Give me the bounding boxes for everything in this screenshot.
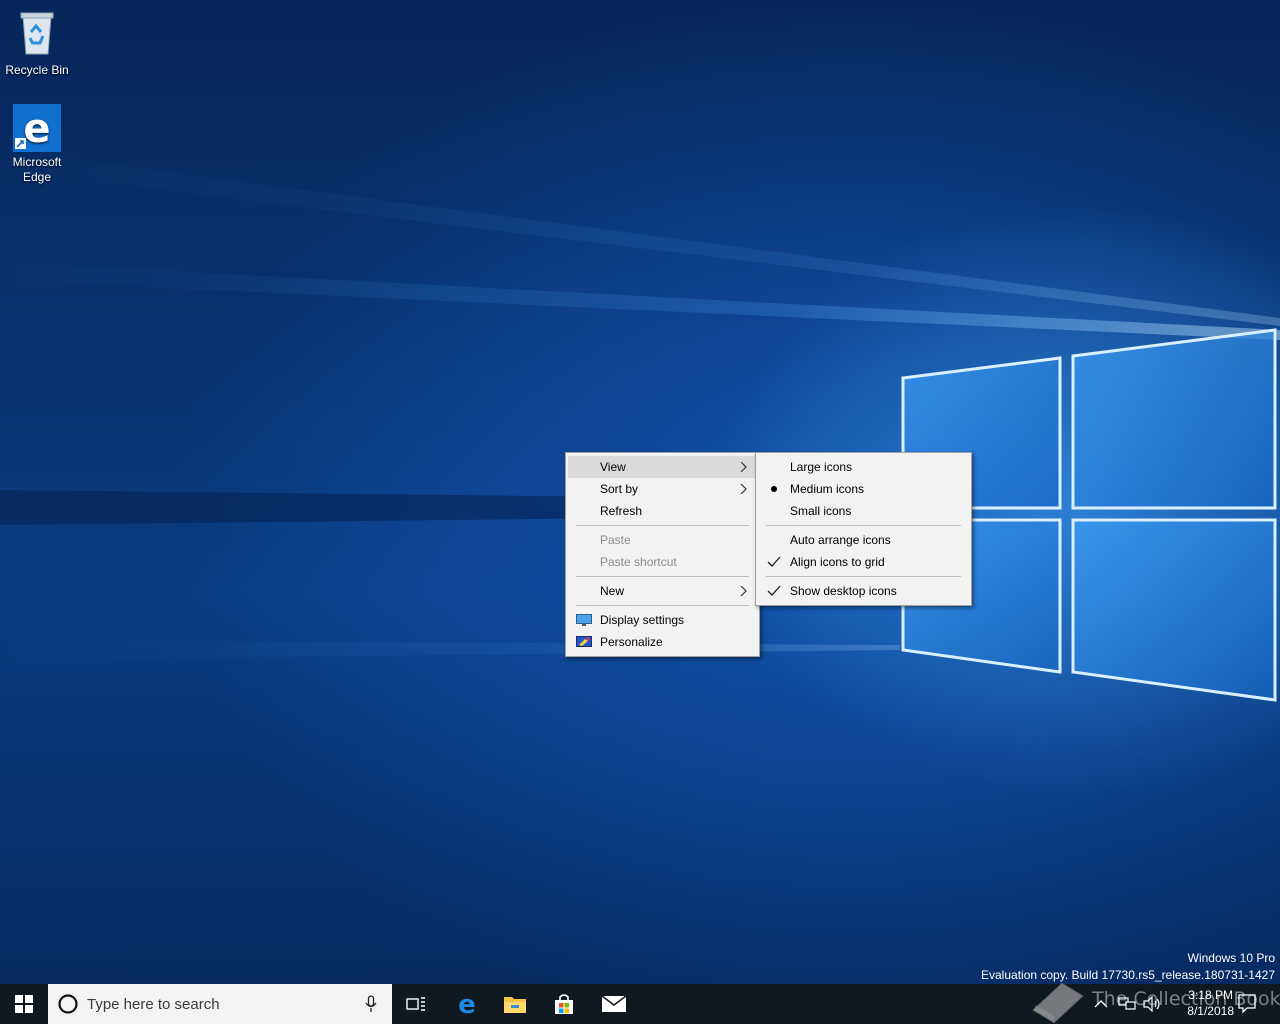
evaluation-watermark: Windows 10 Pro Evaluation copy. Build 17… bbox=[981, 950, 1275, 984]
menu-item-label: Align icons to grid bbox=[790, 555, 885, 569]
submenu-item-large-icons[interactable]: Large icons bbox=[758, 456, 969, 478]
menu-separator bbox=[766, 525, 961, 526]
personalize-icon bbox=[576, 634, 592, 650]
checkmark-icon bbox=[766, 583, 782, 599]
menu-item-view[interactable]: View bbox=[568, 456, 757, 478]
desktop-icon-microsoft-edge[interactable]: e Microsoft Edge bbox=[0, 104, 74, 185]
menu-separator bbox=[576, 525, 749, 526]
menu-item-label: Large icons bbox=[790, 460, 853, 474]
clock-time: 3:18 PM bbox=[1188, 988, 1233, 1002]
watermark-build: Evaluation copy. Build 17730.rs5_release… bbox=[981, 968, 1275, 982]
menu-item-label: Medium icons bbox=[790, 482, 865, 496]
radio-bullet-icon bbox=[766, 481, 782, 497]
taskbar-file-explorer-button[interactable] bbox=[491, 984, 539, 1024]
task-view-icon bbox=[406, 997, 425, 1011]
clock-date: 8/1/2018 bbox=[1187, 1004, 1234, 1018]
menu-item-label: Refresh bbox=[600, 504, 643, 518]
edge-icon: e bbox=[13, 104, 61, 152]
checkmark-icon bbox=[766, 554, 782, 570]
taskbar: Type here to search e 3:18 PM 8/1/2018 bbox=[0, 984, 1280, 1024]
view-submenu: Large icons Medium icons Small icons Aut… bbox=[755, 452, 972, 606]
task-view-button[interactable] bbox=[392, 984, 440, 1024]
desktop-icon-recycle-bin[interactable]: Recycle Bin bbox=[0, 8, 74, 78]
taskbar-search-box[interactable]: Type here to search bbox=[48, 984, 392, 1024]
menu-item-label: Personalize bbox=[600, 635, 663, 649]
menu-item-label: Paste bbox=[600, 533, 631, 547]
taskbar-mail-button[interactable] bbox=[590, 984, 638, 1024]
menu-item-paste: Paste bbox=[568, 529, 757, 551]
menu-item-label: Display settings bbox=[600, 613, 685, 627]
windows-logo-icon bbox=[15, 995, 33, 1013]
chevron-right-icon bbox=[740, 586, 747, 596]
edge-icon: e bbox=[458, 992, 476, 1016]
action-center-icon[interactable] bbox=[1238, 994, 1256, 1014]
show-hidden-icons-chevron-icon[interactable] bbox=[1094, 998, 1108, 1010]
mail-icon bbox=[601, 995, 627, 1012]
network-icon[interactable] bbox=[1118, 996, 1136, 1012]
display-settings-icon bbox=[576, 612, 592, 628]
menu-item-label: Sort by bbox=[600, 482, 639, 496]
submenu-item-show-desktop-icons[interactable]: Show desktop icons bbox=[758, 580, 969, 602]
menu-item-label: Paste shortcut bbox=[600, 555, 677, 569]
cortana-circle-icon bbox=[58, 994, 78, 1014]
taskbar-store-button[interactable] bbox=[540, 984, 588, 1024]
microphone-icon[interactable] bbox=[365, 995, 377, 1013]
submenu-item-auto-arrange[interactable]: Auto arrange icons bbox=[758, 529, 969, 551]
desktop-context-menu: View Sort by Refresh Paste Paste shortcu… bbox=[565, 452, 760, 657]
file-explorer-icon bbox=[504, 997, 526, 1013]
start-button[interactable] bbox=[0, 984, 48, 1024]
menu-item-label: New bbox=[600, 584, 625, 598]
submenu-item-medium-icons[interactable]: Medium icons bbox=[758, 478, 969, 500]
taskbar-edge-button[interactable]: e bbox=[443, 984, 491, 1024]
menu-separator bbox=[576, 605, 749, 606]
chevron-right-icon bbox=[740, 484, 747, 494]
menu-separator bbox=[766, 576, 961, 577]
menu-item-label: Auto arrange icons bbox=[790, 533, 891, 547]
menu-item-sort-by[interactable]: Sort by bbox=[568, 478, 757, 500]
svg-text:e: e bbox=[23, 106, 50, 152]
menu-item-display-settings[interactable]: Display settings bbox=[568, 609, 757, 631]
svg-text:e: e bbox=[458, 992, 476, 1016]
menu-item-paste-shortcut: Paste shortcut bbox=[568, 551, 757, 573]
chevron-right-icon bbox=[740, 462, 747, 472]
menu-item-personalize[interactable]: Personalize bbox=[568, 631, 757, 653]
store-icon bbox=[555, 994, 573, 1014]
desktop-icon-label: Recycle Bin bbox=[5, 63, 69, 77]
submenu-item-small-icons[interactable]: Small icons bbox=[758, 500, 969, 522]
submenu-item-align-to-grid[interactable]: Align icons to grid bbox=[758, 551, 969, 573]
tray-clock[interactable]: 3:18 PM 8/1/2018 bbox=[1187, 987, 1234, 1019]
menu-item-refresh[interactable]: Refresh bbox=[568, 500, 757, 522]
menu-separator bbox=[576, 576, 749, 577]
desktop-icon-label: Microsoft Edge bbox=[12, 155, 62, 184]
menu-item-new[interactable]: New bbox=[568, 580, 757, 602]
menu-item-label: Show desktop icons bbox=[790, 584, 897, 598]
search-placeholder: Type here to search bbox=[87, 995, 220, 1013]
volume-icon[interactable] bbox=[1142, 996, 1162, 1012]
recycle-bin-icon bbox=[0, 8, 74, 60]
menu-item-label: View bbox=[600, 460, 626, 474]
menu-item-label: Small icons bbox=[790, 504, 852, 518]
watermark-edition: Windows 10 Pro bbox=[1187, 951, 1275, 965]
